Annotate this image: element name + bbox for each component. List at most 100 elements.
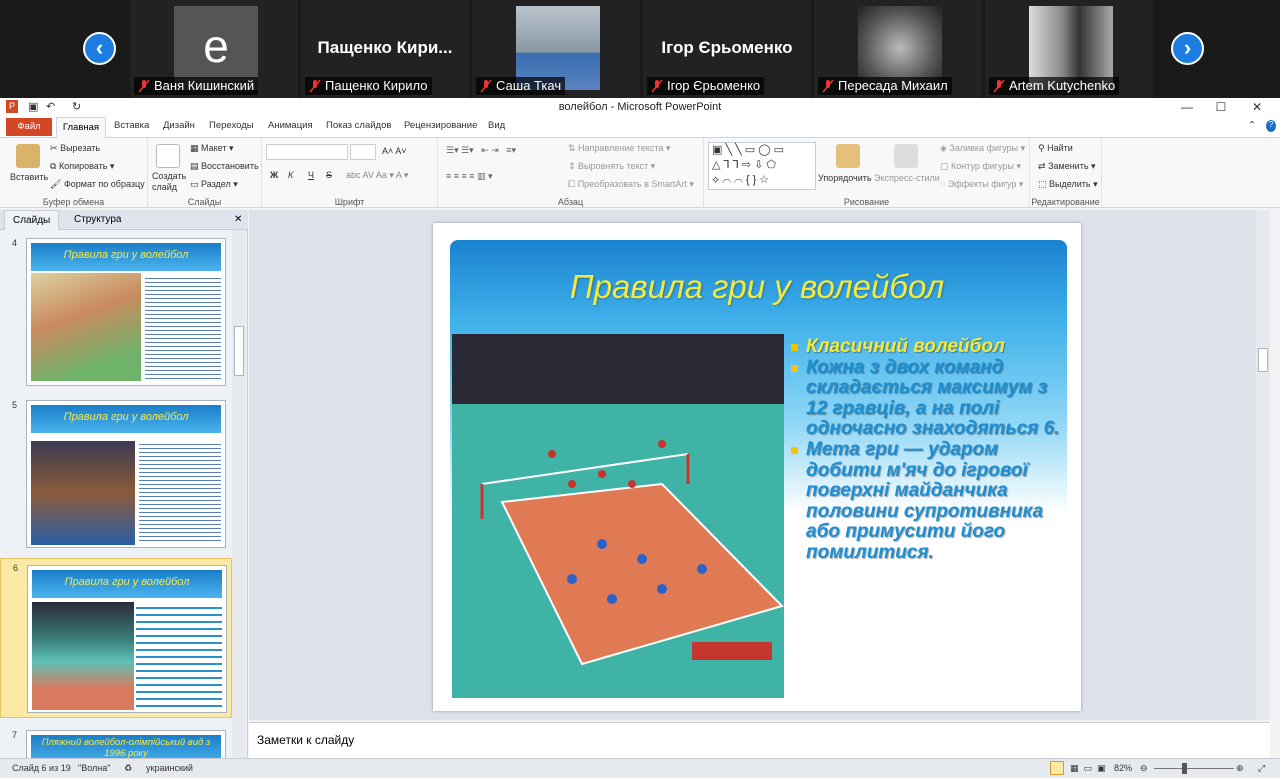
editor-scroll-thumb[interactable] bbox=[1258, 348, 1268, 372]
tab-transitions[interactable]: Переходы bbox=[209, 120, 254, 131]
slide-title[interactable]: Правила гри у волейбол bbox=[433, 268, 1081, 306]
thumb-image bbox=[31, 273, 141, 381]
powerpoint-window: P ▣ ↶ ↻ волейбол - Microsoft PowerPoint … bbox=[0, 98, 1280, 778]
participant-label: Пересада Михаил bbox=[818, 77, 952, 95]
help-icon[interactable]: ? bbox=[1266, 120, 1276, 132]
view-buttons[interactable]: ▦ ▭ ▣ bbox=[1070, 763, 1106, 774]
zoom-out-icon[interactable]: ⊖ bbox=[1140, 763, 1148, 774]
tab-outline[interactable]: Структура bbox=[66, 210, 129, 230]
shape-outline-button[interactable]: ▢ Контур фигуры ▾ bbox=[940, 161, 1021, 172]
participant-tile[interactable]: е Ваня Кишинский bbox=[130, 0, 298, 98]
tab-review[interactable]: Рецензирование bbox=[404, 120, 477, 131]
shape-effects-button[interactable]: ◌ Эффекты фигур ▾ bbox=[940, 179, 1023, 190]
tab-animation[interactable]: Анимация bbox=[268, 120, 313, 131]
align-text-button[interactable]: ⇕ Выровнять текст ▾ bbox=[568, 161, 655, 172]
shape-fill-button[interactable]: ◈ Заливка фигуры ▾ bbox=[940, 143, 1025, 154]
tab-home[interactable]: Главная bbox=[56, 117, 106, 139]
list-icons[interactable]: ☰▾ ☰▾ ⇤ ⇥ ≡▾ bbox=[446, 145, 516, 156]
participant-tile[interactable]: Ігор Єрьоменко Ігор Єрьоменко bbox=[643, 0, 811, 98]
font-grow-icon[interactable]: A˄ A˅ bbox=[382, 146, 407, 156]
tab-view[interactable]: Вид bbox=[488, 120, 505, 131]
group-editing: ⚲ Найти ⇄ Заменить ▾ ⬚ Выделить ▾ Редакт… bbox=[1030, 138, 1102, 208]
participant-name: Artem Kutychenko bbox=[1009, 78, 1116, 93]
arrange-icon[interactable] bbox=[836, 144, 860, 168]
quick-styles-icon[interactable] bbox=[894, 144, 918, 168]
maximize-icon[interactable]: ☐ bbox=[1204, 98, 1238, 116]
bullet-item: Класичний волейбол bbox=[789, 336, 1065, 358]
font-size-box[interactable] bbox=[350, 144, 376, 160]
next-page-arrow-icon[interactable]: › bbox=[1171, 32, 1204, 65]
tab-insert[interactable]: Вставка bbox=[114, 120, 149, 131]
participant-tile[interactable]: Саша Ткач bbox=[472, 0, 640, 98]
pane-scrollbar[interactable] bbox=[232, 230, 246, 758]
section-button[interactable]: ▭ Раздел ▾ bbox=[190, 179, 238, 190]
pane-scroll-thumb[interactable] bbox=[234, 326, 244, 376]
select-button[interactable]: ⬚ Выделить ▾ bbox=[1038, 179, 1098, 190]
bold-button[interactable]: Ж bbox=[270, 170, 278, 180]
spellcheck-icon[interactable]: ♻ bbox=[124, 763, 132, 774]
zoom-slider[interactable] bbox=[1154, 768, 1234, 769]
thumbnail-frame: Правила гри у волейбол bbox=[26, 238, 226, 386]
slide-thumbnail[interactable]: 5 Правила гри у волейбол bbox=[0, 396, 232, 550]
slide-bullets[interactable]: Класичний волейбол Кожна з двох команд с… bbox=[789, 336, 1065, 564]
editor-scrollbar[interactable] bbox=[1256, 210, 1270, 720]
find-button[interactable]: ⚲ Найти bbox=[1038, 143, 1073, 154]
language-indicator[interactable]: украинский bbox=[146, 763, 193, 773]
strikethrough-button[interactable]: S bbox=[326, 170, 332, 180]
zoom-slider-thumb[interactable] bbox=[1182, 763, 1187, 774]
new-slide-button[interactable]: Создать слайд bbox=[152, 171, 186, 193]
replace-button[interactable]: ⇄ Заменить ▾ bbox=[1038, 161, 1096, 172]
theme-name: "Волна" bbox=[78, 763, 111, 773]
shapes-gallery[interactable]: ▣ ╲ ╲ ▭ ◯ ▭ △ ⅂ ⅂ ⇨ ⇩ ⬠ ⟡ ⌒ ⌒ { } ☆ bbox=[708, 142, 816, 190]
participant-tile[interactable]: Artem Kutychenko bbox=[985, 0, 1153, 98]
zoom-level[interactable]: 82% bbox=[1114, 763, 1132, 773]
tab-slideshow[interactable]: Показ слайдов bbox=[326, 120, 391, 131]
participant-label: Ваня Кишинский bbox=[134, 77, 259, 95]
group-label: Рисование bbox=[843, 197, 890, 207]
paste-icon[interactable] bbox=[16, 144, 40, 168]
group-label: Буфер обмена bbox=[42, 197, 105, 207]
normal-view-icon[interactable] bbox=[1050, 761, 1064, 775]
tab-slides[interactable]: Слайды bbox=[4, 210, 60, 230]
underline-button[interactable]: Ч bbox=[308, 170, 314, 180]
italic-button[interactable]: К bbox=[288, 170, 293, 180]
reset-button[interactable]: ▤ Восстановить bbox=[190, 161, 259, 172]
collapse-ribbon-icon[interactable]: ⌃ bbox=[1248, 120, 1256, 131]
new-slide-icon[interactable] bbox=[156, 144, 180, 168]
thumb-title: Правила гри у волейбол bbox=[63, 249, 189, 261]
format-painter-button[interactable]: 🖌 Формат по образцу bbox=[50, 179, 145, 190]
prev-page-arrow-icon[interactable]: ‹ bbox=[83, 32, 116, 65]
mic-muted-icon bbox=[651, 79, 663, 93]
zoom-in-icon[interactable]: ⊕ bbox=[1236, 763, 1244, 774]
volleyball-photo[interactable] bbox=[452, 334, 784, 698]
layout-button[interactable]: ▦ Макет ▾ bbox=[190, 143, 234, 154]
thumb-title: Пляжний волейбол-олімпійський вид з 1996… bbox=[41, 737, 211, 759]
align-icons[interactable]: ≡ ≡ ≡ ≡ ▥ ▾ bbox=[446, 171, 493, 182]
participant-tile[interactable]: Пересада Михаил bbox=[814, 0, 982, 98]
paste-button[interactable]: Вставить bbox=[10, 172, 48, 182]
fit-slide-icon[interactable]: ⤢ bbox=[1258, 763, 1265, 774]
close-pane-icon[interactable]: ✕ bbox=[226, 210, 250, 230]
tab-design[interactable]: Дизайн bbox=[163, 120, 195, 131]
cut-button[interactable]: ✂ Вырезать bbox=[50, 143, 100, 154]
copy-button[interactable]: ⧉ Копировать ▾ bbox=[50, 161, 114, 172]
slide-thumbnail[interactable]: 4 Правила гри у волейбол bbox=[0, 234, 232, 388]
quick-styles-button[interactable]: Экспресс-стили bbox=[874, 173, 940, 183]
close-icon[interactable]: ✕ bbox=[1240, 98, 1274, 116]
slide-thumbnail-selected[interactable]: 6 Правила гри у волейбол bbox=[0, 558, 232, 718]
group-font: A˄ A˅ Ж К Ч S abc AV Aa ▾ A ▾ Шрифт bbox=[262, 138, 438, 208]
font-effects-icon[interactable]: abc AV Aa ▾ A ▾ bbox=[346, 170, 408, 181]
arrange-button[interactable]: Упорядочить bbox=[818, 173, 872, 183]
notes-pane[interactable]: Заметки к слайду bbox=[249, 722, 1270, 758]
tab-file[interactable]: Файл bbox=[6, 118, 52, 136]
bullet-item: Кожна з двох команд складається максимум… bbox=[789, 357, 1065, 440]
text-direction-button[interactable]: ⇅ Направление текста ▾ bbox=[568, 143, 670, 154]
participant-name: Саша Ткач bbox=[496, 78, 562, 93]
participant-label: Пащенко Кирило bbox=[305, 77, 432, 95]
font-name-box[interactable] bbox=[266, 144, 348, 160]
thumb-image bbox=[31, 441, 135, 545]
participant-tile[interactable]: Пащенко Кири... Пащенко Кирило bbox=[301, 0, 469, 98]
slide-canvas[interactable]: Правила гри у волейбол Класичний волейбо… bbox=[433, 223, 1081, 711]
smartart-button[interactable]: ⧠ Преобразовать в SmartArt ▾ bbox=[568, 179, 694, 190]
minimize-icon[interactable]: — bbox=[1170, 98, 1204, 116]
